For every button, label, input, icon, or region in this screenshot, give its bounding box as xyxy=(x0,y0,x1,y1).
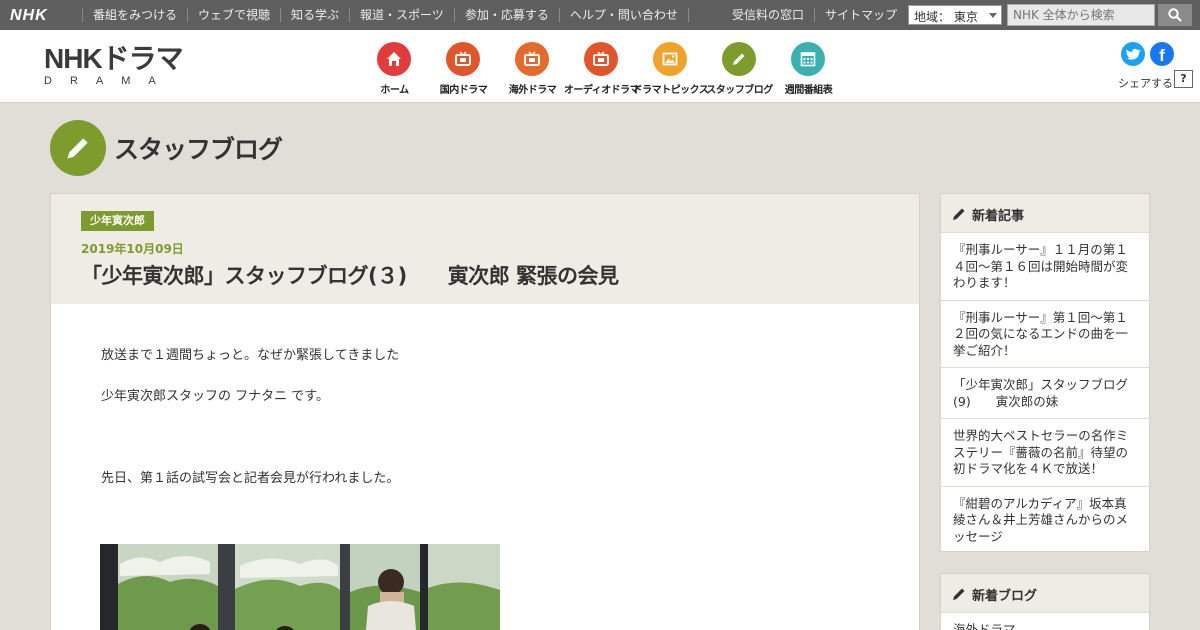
region-label: 地域： xyxy=(914,10,951,24)
share-label: シェアする xyxy=(1118,77,1173,90)
sidebar-article-link[interactable]: 『刑事ルーサー』第１回～第１２回の気になるエンドの曲を一挙ご紹介！ xyxy=(941,299,1149,368)
search-input[interactable] xyxy=(1007,4,1155,26)
body-paragraph: 少年寅次郎スタッフの フナタニ です。 xyxy=(101,389,329,404)
sidebar-new-articles: 新着記事 『刑事ルーサー』１１月の第１４回～第１６回は開始時間が変わります！ 『… xyxy=(940,193,1150,552)
pencil-icon xyxy=(953,208,965,220)
nav-label: 週間番組表 xyxy=(784,85,833,96)
logo-main: NHKドラマ xyxy=(44,43,184,74)
global-link-help[interactable]: ヘルプ・問い合わせ xyxy=(558,8,689,22)
logo-sub: DRAMA xyxy=(44,75,174,87)
site-header: NHKドラマ DRAMA ホーム 国内ドラマ 海外ドラマ オーディオドラマ ドラ… xyxy=(0,30,1200,103)
category-badge[interactable]: 少年寅次郎 xyxy=(81,211,154,231)
nav-domestic-drama[interactable]: 国内ドラマ xyxy=(429,30,498,103)
help-button[interactable]: ? xyxy=(1174,70,1193,88)
global-right-links: 受信料の窓口 サイトマップ xyxy=(722,0,907,30)
search-button[interactable] xyxy=(1158,4,1192,26)
sidebar-article-link[interactable]: 「少年寅次郎」スタッフブログ(9) 寅次郎の妹 xyxy=(941,367,1149,418)
sidebar-heading-label: 新着ブログ xyxy=(972,589,1038,604)
tv-icon xyxy=(446,42,480,76)
pencil-icon xyxy=(953,588,965,600)
global-links: 番組をみつける ウェブで視聴 知る学ぶ 報道・スポーツ 参加・応募する ヘルプ・… xyxy=(82,0,689,30)
twitter-icon[interactable] xyxy=(1121,42,1145,66)
tv-icon xyxy=(584,42,618,76)
global-link-sitemap[interactable]: サイトマップ xyxy=(814,8,907,22)
nav-overseas-drama[interactable]: 海外ドラマ xyxy=(498,30,567,103)
nav-staff-blog[interactable]: スタッフブログ xyxy=(705,30,774,103)
nhk-drama-logo[interactable]: NHKドラマ DRAMA xyxy=(44,43,184,88)
nav-drama-topics[interactable]: ドラマトピックス xyxy=(633,30,709,103)
sidebar-new-blogs: 新着ブログ 海外ドラマ xyxy=(940,573,1150,630)
region-value: 東京 xyxy=(953,10,978,24)
global-link-news-sports[interactable]: 報道・スポーツ xyxy=(349,8,454,22)
press-conference-photo xyxy=(100,544,500,630)
search-icon xyxy=(1168,8,1182,22)
global-link-learn[interactable]: 知る学ぶ xyxy=(280,8,349,22)
article-header: 少年寅次郎 2019年10月09日 「少年寅次郎」スタッフブログ(３) 寅次郎 … xyxy=(51,194,919,304)
region-select[interactable]: 地域： 東京 xyxy=(908,5,1002,25)
global-bar: NHK 番組をみつける ウェブで視聴 知る学ぶ 報道・スポーツ 参加・応募する … xyxy=(0,0,1200,30)
sidebar-article-link[interactable]: 『刑事ルーサー』１１月の第１４回～第１６回は開始時間が変わります！ xyxy=(941,232,1149,300)
nav-audio-drama[interactable]: オーディオドラマ xyxy=(564,30,640,103)
sidebar-heading: 新着ブログ xyxy=(941,574,1149,612)
body-paragraph: 先日、第１話の試写会と記者会見が行われました。 xyxy=(101,471,400,486)
nav-home[interactable]: ホーム xyxy=(360,30,429,103)
facebook-icon[interactable]: f xyxy=(1150,42,1174,66)
picture-icon xyxy=(653,42,687,76)
global-link-fee[interactable]: 受信料の窓口 xyxy=(722,8,814,22)
nhk-logo[interactable]: NHK xyxy=(10,7,48,25)
chevron-down-icon xyxy=(989,13,997,18)
pencil-icon xyxy=(722,42,756,76)
pencil-icon xyxy=(50,120,106,176)
main-nav: ホーム 国内ドラマ 海外ドラマ オーディオドラマ ドラマトピックス スタッフブロ… xyxy=(360,30,843,103)
tv-icon xyxy=(515,42,549,76)
page-title: スタッフブログ xyxy=(114,135,283,164)
sidebar-blog-link[interactable]: 海外ドラマ xyxy=(941,612,1149,630)
article-title: 「少年寅次郎」スタッフブログ(３) 寅次郎 緊張の会見 xyxy=(81,264,619,288)
sidebar-article-link[interactable]: 世界的大ベストセラーの名作ミステリー『薔薇の名前』待望の初ドラマ化を４Ｋで放送！ xyxy=(941,418,1149,486)
sidebar-heading: 新着記事 xyxy=(941,194,1149,232)
sidebar-article-link[interactable]: 『紺碧のアルカディア』坂本真綾さん＆井上芳雄さんからのメッセージ xyxy=(941,485,1149,554)
global-link-participate[interactable]: 参加・応募する xyxy=(453,8,559,22)
body-paragraph: 放送まで１週間ちょっと。なぜか緊張してきました xyxy=(101,348,400,363)
global-link-find-programs[interactable]: 番組をみつける xyxy=(82,8,187,22)
article: 少年寅次郎 2019年10月09日 「少年寅次郎」スタッフブログ(３) 寅次郎 … xyxy=(50,193,920,630)
calendar-icon xyxy=(791,42,825,76)
article-date: 2019年10月09日 xyxy=(81,242,184,256)
global-link-watch-web[interactable]: ウェブで視聴 xyxy=(187,8,280,22)
nav-weekly-schedule[interactable]: 週間番組表 xyxy=(774,30,843,103)
house-icon xyxy=(377,42,411,76)
sidebar-heading-label: 新着記事 xyxy=(972,209,1025,224)
